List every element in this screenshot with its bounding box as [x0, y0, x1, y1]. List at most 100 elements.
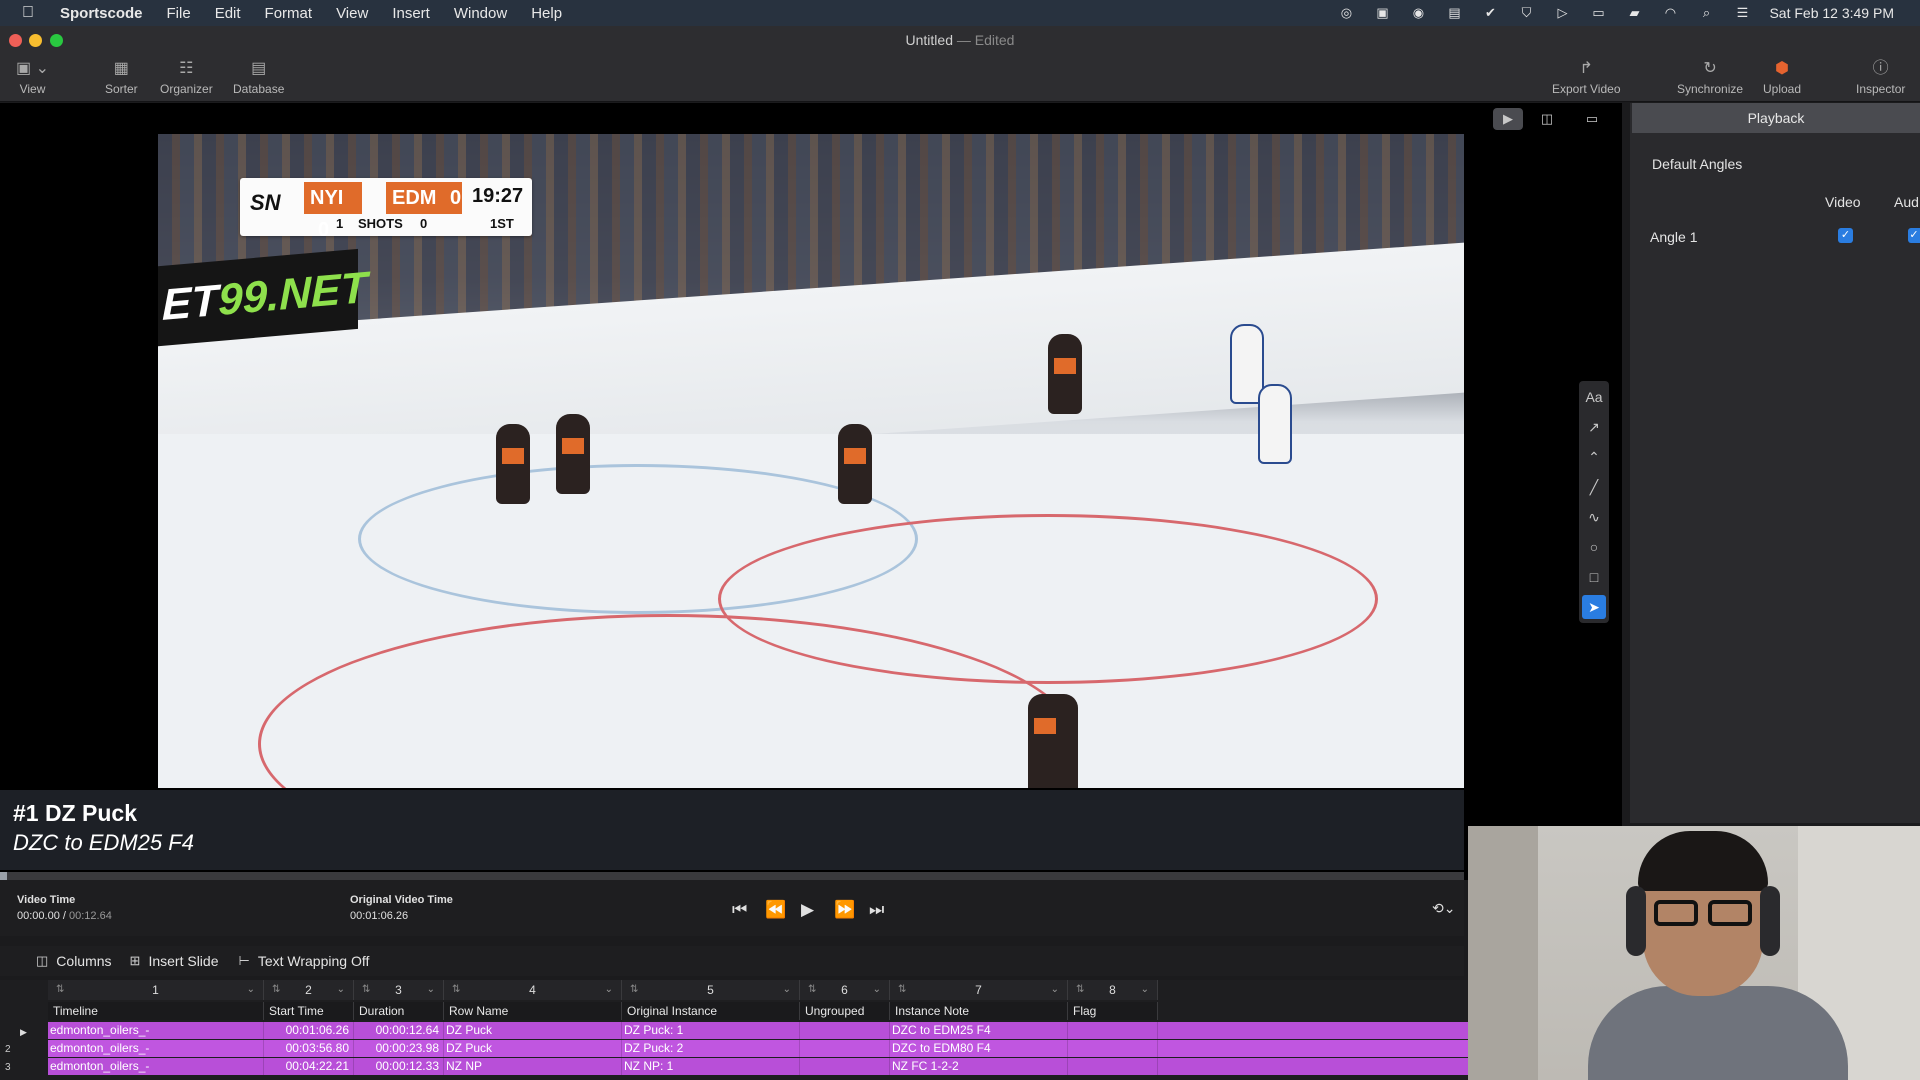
chevron-down-icon[interactable]: ⌄: [783, 980, 791, 1000]
menu-help[interactable]: Help: [531, 5, 562, 22]
table-cell[interactable]: DZ Puck: 1: [622, 1022, 800, 1039]
tab-playback[interactable]: Playback: [1632, 103, 1920, 133]
table-cell[interactable]: [1068, 1040, 1158, 1057]
chevron-down-icon[interactable]: ⌄: [1141, 980, 1149, 1000]
table-cell[interactable]: NZ FC 1-2-2: [890, 1058, 1068, 1075]
insert-slide-button[interactable]: ⊞ Insert Slide: [130, 953, 219, 969]
column-header-5[interactable]: Original Instance: [622, 1002, 800, 1020]
inspector-button[interactable]: ⓘ Inspector: [1856, 60, 1905, 96]
skip-to-start-button[interactable]: ⏮: [732, 900, 747, 920]
line-tool[interactable]: ╱: [1582, 475, 1606, 499]
export-video-button[interactable]: ↱ Export Video: [1552, 60, 1621, 96]
table-cell[interactable]: DZ Puck: 2: [622, 1040, 800, 1057]
checkmark-icon[interactable]: ✔: [1481, 5, 1499, 21]
external-display-button[interactable]: ▭: [1577, 108, 1607, 130]
view-button[interactable]: ▣ ⌄ View: [16, 60, 49, 96]
table-cell[interactable]: 00:04:22.21: [264, 1058, 354, 1075]
table-cell[interactable]: 00:00:23.98: [354, 1040, 444, 1057]
table-cell[interactable]: [1068, 1022, 1158, 1039]
columns-button[interactable]: ◫ Columns: [36, 953, 112, 969]
menu-format[interactable]: Format: [265, 5, 313, 22]
table-cell[interactable]: edmonton_oilers_-: [48, 1040, 264, 1057]
menu-insert[interactable]: Insert: [392, 5, 430, 22]
shield-icon[interactable]: ⛉: [1517, 5, 1535, 21]
column-header-1[interactable]: Timeline: [48, 1002, 264, 1020]
sort-icon[interactable]: ⇅: [452, 980, 460, 1000]
chevron-down-icon[interactable]: ⌄: [1051, 980, 1059, 1000]
column-header-8[interactable]: Flag: [1068, 1002, 1158, 1020]
loop-menu-button[interactable]: ⟲⌄: [1432, 900, 1455, 917]
column-header-6[interactable]: Ungrouped: [800, 1002, 890, 1020]
battery-icon[interactable]: ▰: [1625, 5, 1643, 21]
angle-1-audio-checkbox[interactable]: ✓: [1908, 228, 1920, 243]
apple-icon[interactable]: : [22, 4, 42, 22]
menu-window[interactable]: Window: [454, 5, 507, 22]
sort-icon[interactable]: ⇅: [272, 980, 280, 1000]
select-tool[interactable]: ➤: [1582, 595, 1606, 619]
menubar-clock[interactable]: Sat Feb 12 3:49 PM: [1769, 5, 1894, 21]
chevron-down-icon[interactable]: ⌄: [605, 980, 613, 1000]
table-cell[interactable]: [800, 1022, 890, 1039]
sort-icon[interactable]: ⇅: [630, 980, 638, 1000]
table-cell[interactable]: DZC to EDM80 F4: [890, 1040, 1068, 1057]
screen-record-icon[interactable]: ▣: [1373, 5, 1391, 21]
sort-icon[interactable]: ⇅: [56, 980, 64, 1000]
chevron-down-icon[interactable]: ⌄: [337, 980, 345, 1000]
column-header-3[interactable]: Duration: [354, 1002, 444, 1020]
table-cell[interactable]: 00:03:56.80: [264, 1040, 354, 1057]
database-button[interactable]: ▤ Database: [233, 60, 284, 96]
sidebar-icon[interactable]: ▤: [1445, 5, 1463, 21]
control-center-icon[interactable]: ☰: [1733, 5, 1751, 21]
column-header-2[interactable]: Start Time: [264, 1002, 354, 1020]
grammar-icon[interactable]: ◉: [1409, 5, 1427, 21]
column-number-2[interactable]: ⇅ 2 ⌄: [264, 980, 354, 1000]
play-button[interactable]: ▶: [801, 900, 814, 920]
text-tool[interactable]: Aa: [1582, 385, 1606, 409]
table-row[interactable]: edmonton_oilers_- 00:04:22.21 00:00:12.33 N…: [48, 1058, 1468, 1075]
column-number-1[interactable]: ⇅ 1 ⌄: [48, 980, 264, 1000]
table-cell[interactable]: 00:01:06.26: [264, 1022, 354, 1039]
upload-button[interactable]: ⬢ Upload: [1763, 60, 1801, 96]
fast-forward-button[interactable]: ⏩: [834, 900, 855, 920]
display-icon[interactable]: ▭: [1589, 5, 1607, 21]
column-number-7[interactable]: ⇅ 7 ⌄: [890, 980, 1068, 1000]
freehand-tool[interactable]: ∿: [1582, 505, 1606, 529]
arrow-tool[interactable]: ↗: [1582, 415, 1606, 439]
skip-to-end-button[interactable]: ⏭: [869, 900, 884, 920]
table-row[interactable]: edmonton_oilers_- 00:01:06.26 00:00:12.64 D…: [48, 1022, 1468, 1039]
sort-icon[interactable]: ⇅: [898, 980, 906, 1000]
menu-view[interactable]: View: [336, 5, 368, 22]
table-cell[interactable]: [800, 1058, 890, 1075]
column-number-4[interactable]: ⇅ 4 ⌄: [444, 980, 622, 1000]
table-cell[interactable]: 00:00:12.33: [354, 1058, 444, 1075]
angle-1-video-checkbox[interactable]: ✓: [1838, 228, 1853, 243]
table-cell[interactable]: [800, 1040, 890, 1057]
table-cell[interactable]: DZ Puck: [444, 1040, 622, 1057]
text-wrapping-button[interactable]: ⊢ Text Wrapping Off: [239, 953, 370, 969]
column-header-7[interactable]: Instance Note: [890, 1002, 1068, 1020]
sorter-button[interactable]: ▦ Sorter: [105, 60, 138, 96]
menu-file[interactable]: File: [167, 5, 191, 22]
video-frame[interactable]: SN NYI 0 EDM 0 19:27 1 SHOTS 0 1ST ET99.…: [158, 134, 1464, 788]
spotlight-search-icon[interactable]: ⌕: [1697, 5, 1715, 21]
organizer-button[interactable]: ☷ Organizer: [160, 60, 213, 96]
sort-icon[interactable]: ⇅: [808, 980, 816, 1000]
table-cell[interactable]: edmonton_oilers_-: [48, 1058, 264, 1075]
table-cell[interactable]: DZC to EDM25 F4: [890, 1022, 1068, 1039]
table-cell[interactable]: NZ NP: 1: [622, 1058, 800, 1075]
wifi-icon[interactable]: ◠: [1661, 5, 1679, 21]
column-number-6[interactable]: ⇅ 6 ⌄: [800, 980, 890, 1000]
table-row[interactable]: edmonton_oilers_- 00:03:56.80 00:00:23.98 D…: [48, 1040, 1468, 1057]
table-cell[interactable]: edmonton_oilers_-: [48, 1022, 264, 1039]
synchronize-button[interactable]: ↻ Synchronize: [1677, 60, 1743, 96]
creative-cloud-icon[interactable]: ◎: [1337, 5, 1355, 21]
row-disclosure-icon[interactable]: ▶: [20, 1027, 27, 1038]
table-cell[interactable]: NZ NP: [444, 1058, 622, 1075]
chevron-down-icon[interactable]: ⌄: [873, 980, 881, 1000]
column-number-8[interactable]: ⇅ 8 ⌄: [1068, 980, 1158, 1000]
rectangle-tool[interactable]: □: [1582, 565, 1606, 589]
column-number-5[interactable]: ⇅ 5 ⌄: [622, 980, 800, 1000]
table-cell[interactable]: 00:00:12.64: [354, 1022, 444, 1039]
table-cell[interactable]: DZ Puck: [444, 1022, 622, 1039]
rewind-button[interactable]: ⏪: [765, 900, 786, 920]
